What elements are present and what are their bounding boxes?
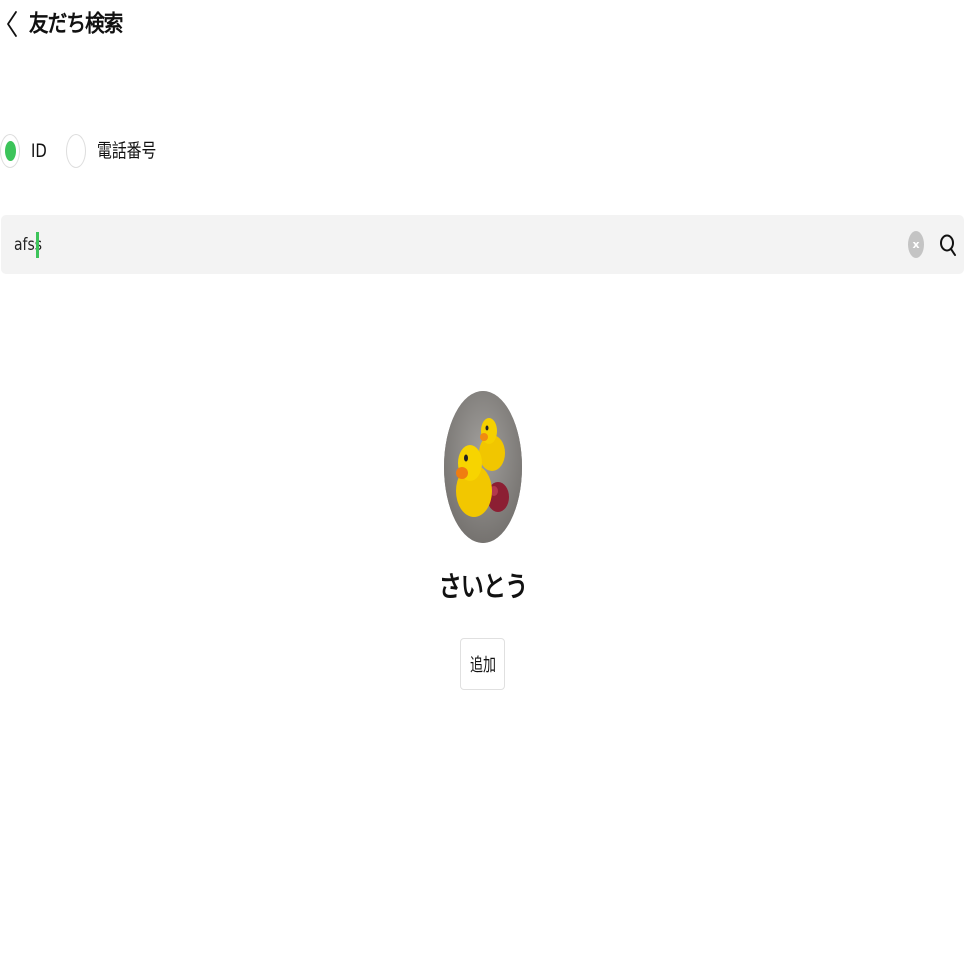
user-avatar — [444, 391, 522, 543]
back-button[interactable] — [2, 8, 22, 40]
radio-circle-phone[interactable] — [66, 134, 86, 168]
add-button-label: 追加 — [469, 655, 496, 676]
radio-circle-id[interactable] — [0, 134, 20, 168]
search-button[interactable] — [936, 231, 960, 259]
radio-option-id[interactable]: ID — [0, 132, 51, 170]
rubber-ducks-avatar — [444, 391, 522, 543]
radio-option-phone[interactable]: 電話番号 — [66, 132, 173, 170]
radio-label-phone: 電話番号 — [97, 140, 157, 162]
text-caret — [36, 232, 39, 258]
radio-label-id: ID — [31, 140, 47, 162]
user-name: さいとう — [438, 570, 528, 603]
search-bar: afss x — [1, 215, 964, 274]
clear-icon[interactable]: x — [908, 231, 924, 258]
chevron-left-icon — [7, 11, 17, 37]
add-friend-button[interactable]: 追加 — [460, 638, 505, 690]
page-title: 友だち検索 — [29, 11, 123, 37]
search-type-radio-group: ID 電話番号 — [0, 132, 400, 170]
header: 友だち検索 — [0, 0, 971, 50]
radio-selected-dot — [4, 141, 16, 161]
search-icon — [940, 234, 956, 256]
